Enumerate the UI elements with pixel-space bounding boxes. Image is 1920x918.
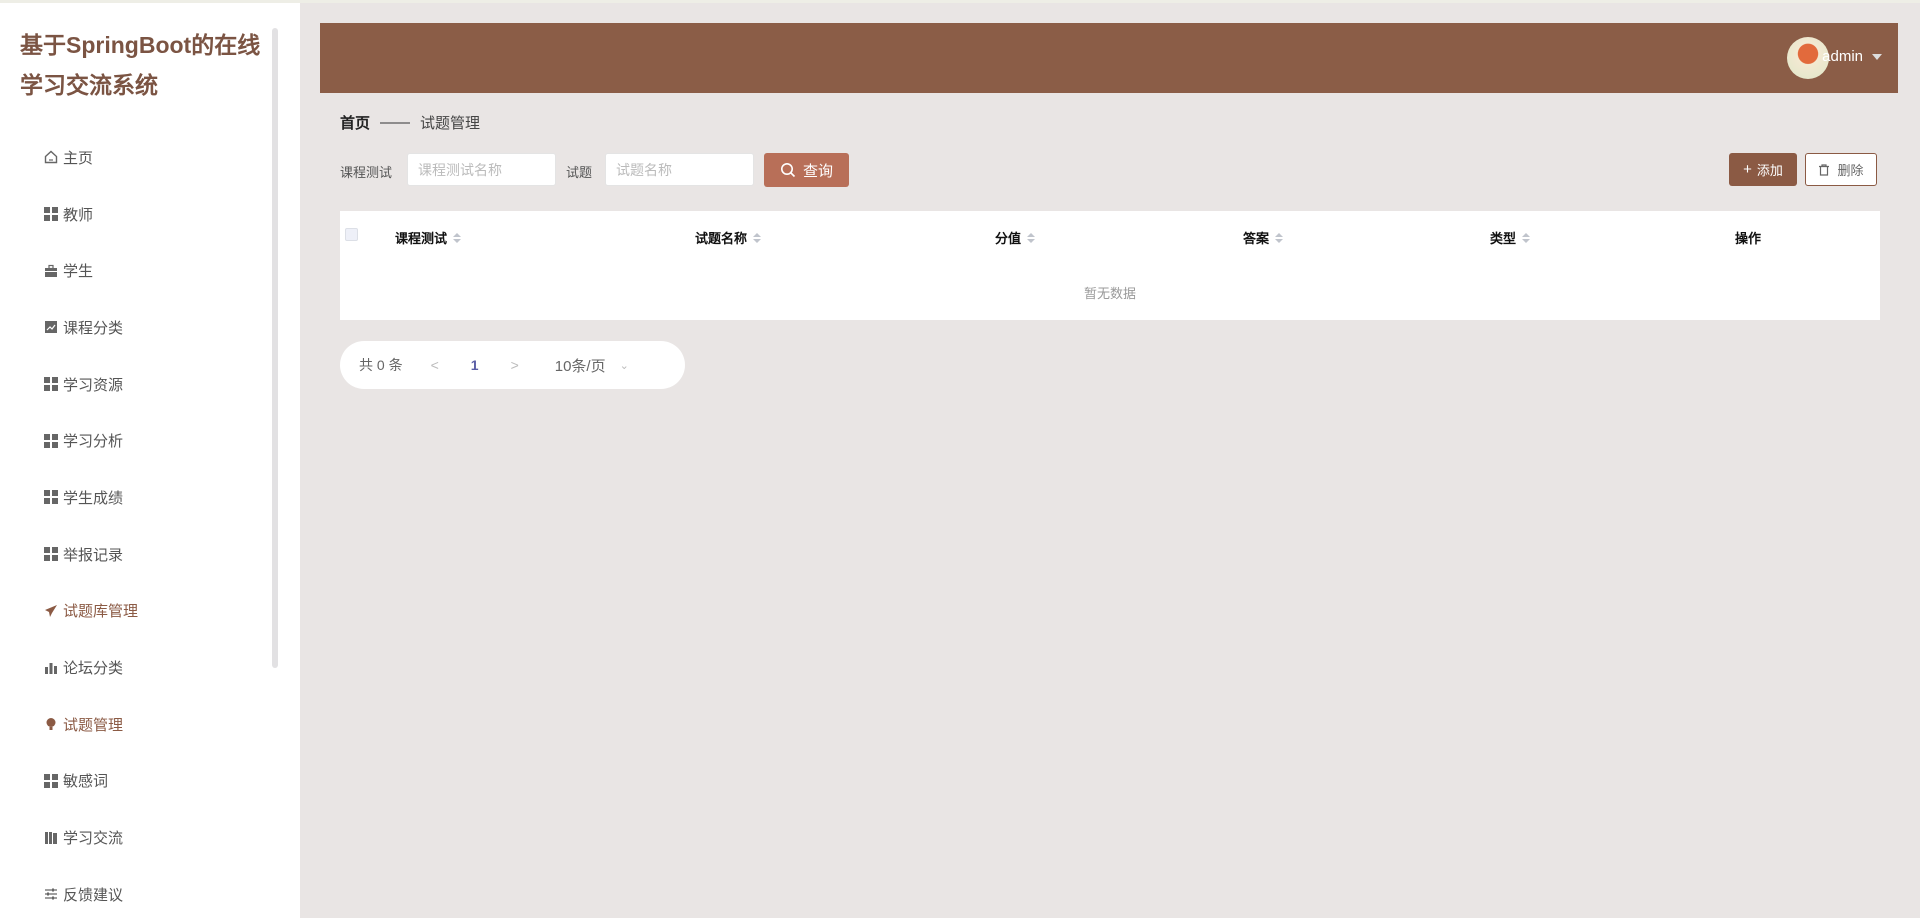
empty-text: 暂无数据 [1083,286,1136,301]
breadcrumb-current: 试题管理 [420,115,481,132]
query-button[interactable]: 查询 [764,153,849,187]
grid-icon [44,773,58,788]
search-icon [780,163,796,178]
grid-icon [44,547,58,562]
column-header-type[interactable]: 类型 [1490,228,1531,247]
sidebar-item-reports[interactable]: 举报记录 [44,526,138,583]
page-1[interactable]: 1 [471,357,479,373]
breadcrumb-separator: —— [380,114,411,131]
sidebar-item-teacher[interactable]: 教师 [44,186,138,243]
app-title: 基于SpringBoot的在线学习交流系统 [20,32,261,98]
username[interactable]: admin [1822,48,1863,65]
sidebar-item-sensitive-words[interactable]: 敏感词 [44,753,138,810]
column-header-answer[interactable]: 答案 [1243,228,1284,247]
sort-icon[interactable] [1027,232,1036,243]
question-input[interactable] [605,153,754,186]
select-all-checkbox[interactable] [345,228,358,241]
total-count: 共 0 条 [359,357,403,373]
sidebar-item-questions[interactable]: 试题管理 [44,696,138,753]
column-header-actions: 操作 [1735,231,1762,246]
delete-button[interactable]: 删除 [1805,153,1877,186]
plus-icon: + [1743,161,1752,178]
sort-icon[interactable] [453,232,462,243]
grid-icon [44,433,58,448]
books-icon [44,831,58,845]
sidebar-item-course-category[interactable]: 课程分类 [44,299,138,356]
add-button[interactable]: + 添加 [1729,153,1797,186]
sort-icon[interactable] [1522,232,1531,243]
course-test-label: 课程测试 [340,165,393,180]
breadcrumb: 首页 —— 试题管理 [340,112,480,133]
sidebar-item-feedback[interactable]: 反馈建议 [44,866,138,918]
column-header-question-name[interactable]: 试题名称 [695,228,762,247]
bar-chart-icon [44,661,58,675]
sidebar-item-forum-category[interactable]: 论坛分类 [44,639,138,696]
questions-table: 课程测试 试题名称 分值 答案 类型 操作 暂无数据 [340,211,1880,320]
chevron-down-icon[interactable]: ⌄ [620,359,629,372]
bulb-icon [44,717,58,731]
grid-icon [44,207,58,222]
course-test-input[interactable] [407,153,556,186]
sidebar-item-exchange[interactable]: 学习交流 [44,809,138,866]
sidebar-item-resources[interactable]: 学习资源 [44,356,138,413]
sidebar-item-question-bank[interactable]: 试题库管理 [44,583,138,640]
sort-icon[interactable] [753,232,762,243]
sidebar-scrollbar[interactable] [272,28,278,668]
grid-icon [44,377,58,392]
next-page-button[interactable]: > [511,357,519,373]
breadcrumb-home[interactable]: 首页 [340,112,370,133]
sort-icon[interactable] [1275,232,1284,243]
column-header-course-test[interactable]: 课程测试 [395,228,462,247]
sliders-icon [44,887,58,901]
sidebar-item-analysis[interactable]: 学习分析 [44,412,138,469]
top-header: admin [320,23,1898,93]
trash-icon [1819,163,1830,176]
sidebar-item-scores[interactable]: 学生成绩 [44,469,138,526]
sidebar-item-student[interactable]: 学生 [44,242,138,299]
home-icon [44,150,58,164]
sidebar-menu: 主页 教师 学生 课程分类 学习资源 学习分析 学生成绩 举报记录 试题库管理 … [44,129,138,918]
page-size-select[interactable]: 10条/页 [555,355,606,376]
prev-page-button[interactable]: < [431,357,439,373]
paper-plane-icon [44,604,58,618]
chart-icon [44,320,58,334]
briefcase-icon [44,264,58,278]
sidebar-item-home[interactable]: 主页 [44,129,138,186]
caret-down-icon[interactable] [1872,54,1882,60]
question-label: 试题 [566,165,593,180]
column-header-score[interactable]: 分值 [995,228,1036,247]
sidebar: 基于SpringBoot的在线学习交流系统 主页 教师 学生 课程分类 学习资源… [0,3,300,918]
pagination: 共 0 条 < 1 > 10条/页 ⌄ [340,341,685,389]
grid-icon [44,490,58,505]
